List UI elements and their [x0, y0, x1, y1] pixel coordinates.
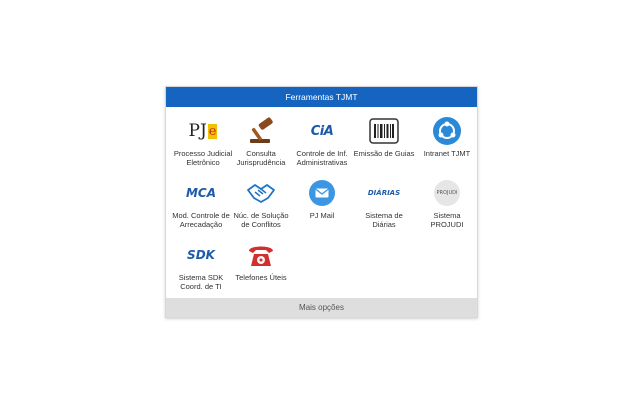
barcode-icon — [368, 115, 400, 147]
tile-label: Sistema SDK Coord. de TI — [178, 273, 224, 291]
tile-controle-inf-administrativas[interactable]: CiA Controle de Inf. Administrativas — [291, 115, 353, 167]
tile-label: Emissão de Guias — [353, 149, 415, 158]
tile-label: Controle de Inf. Administrativas — [296, 149, 348, 167]
tile-label: Sistema de Diárias — [365, 211, 403, 229]
tile-telefones-uteis[interactable]: Telefones Úteis — [230, 239, 292, 283]
tile-emissao-de-guias[interactable]: Emissão de Guias — [353, 115, 415, 159]
pje-logo-icon: PJ e — [188, 121, 218, 141]
more-options-button[interactable]: Mais opções — [166, 298, 477, 317]
intranet-share-icon — [431, 115, 463, 147]
tile-label: Processo Judicial Eletrônico — [173, 149, 233, 167]
tile-sistema-de-diarias[interactable]: DIÁRIAS Sistema de Diárias — [353, 177, 415, 229]
gavel-icon — [245, 115, 277, 147]
tools-grid: PJ e Processo Judicial Eletrônico Consult… — [166, 107, 477, 300]
tile-consulta-jurisprudencia[interactable]: Consulta Jurisprudência — [230, 115, 292, 167]
tile-mod-controle-de-arrecadacao[interactable]: MCA Mod. Controle de Arrecadação — [168, 177, 234, 229]
cia-logo-icon: CiA — [310, 123, 334, 139]
tile-sistema-projudi[interactable]: PROJUDI Sistema PROJUDI — [416, 177, 478, 229]
mail-icon — [306, 177, 338, 209]
tile-sistema-sdk[interactable]: SDK Sistema SDK Coord. de TI — [170, 239, 232, 291]
tile-label: Intranet TJMT — [423, 149, 471, 158]
handshake-icon — [245, 177, 277, 209]
diarias-logo-icon: DIÁRIAS — [367, 189, 401, 197]
tile-label: PJ Mail — [309, 211, 335, 220]
tile-label: Mod. Controle de Arrecadação — [172, 211, 230, 229]
tile-pj-mail[interactable]: PJ Mail — [291, 177, 353, 221]
tools-panel: Ferramentas TJMT PJ e Processo Judicial E… — [165, 86, 478, 318]
tile-label: Telefones Úteis — [235, 273, 287, 282]
tile-label: Consulta Jurisprudência — [236, 149, 286, 167]
tile-label: Núc. de Solução de Conflitos — [233, 211, 289, 229]
telephone-icon — [245, 239, 277, 271]
sdk-logo-icon: SDK — [187, 248, 215, 262]
mca-logo-icon: MCA — [185, 186, 217, 200]
tile-label: Sistema PROJUDI — [430, 211, 464, 229]
tile-processo-judicial-eletronico[interactable]: PJ e Processo Judicial Eletrônico — [172, 115, 234, 167]
tile-nuc-solucao-conflitos[interactable]: Núc. de Solução de Conflitos — [230, 177, 292, 229]
projudi-logo-icon: PROJUDI — [431, 177, 463, 209]
tile-intranet-tjmt[interactable]: Intranet TJMT — [416, 115, 478, 159]
panel-title: Ferramentas TJMT — [166, 87, 477, 107]
